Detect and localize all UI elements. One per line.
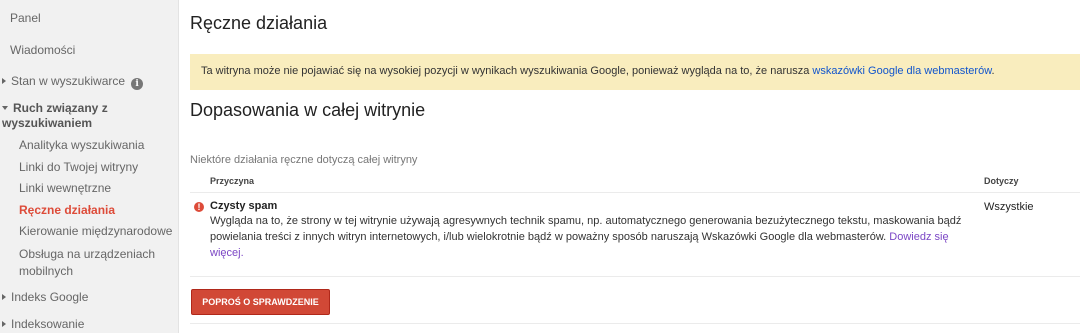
page-title: Ręczne działania [190,13,328,33]
sidebar-item-label: Indeks Google [11,290,89,304]
warning-banner: Ta witryna może nie pojawiać się na wyso… [190,54,1080,90]
sidebar-item-messages[interactable]: Wiadomości [10,43,75,57]
column-header-reason: Przyczyna [210,176,255,186]
sidebar-item-label: Stan w wyszukiwarce [11,74,126,88]
table-row-divider [190,276,1080,277]
banner-text: Ta witryna może nie pojawiać się na wyso… [201,65,813,77]
sidebar-item-panel[interactable]: Panel [10,11,41,25]
sidebar-item-search-appearance[interactable]: Stan w wyszukiwarce i [2,74,144,90]
caret-down-icon [2,106,8,110]
reason-description: Wygląda na to, że strony w tej witrynie … [210,213,970,261]
sidebar-item-search-analytics[interactable]: Analityka wyszukiwania [19,138,144,152]
sidebar-item-links-to-site[interactable]: Linki do Twojej witryny [19,160,138,174]
caret-right-icon [2,78,6,84]
sidebar-item-search-traffic[interactable]: Ruch związany z wyszukiwaniem [2,101,152,131]
section-title: Dopasowania w całej witrynie [190,100,426,120]
column-header-applies: Dotyczy [984,176,1019,186]
request-review-button[interactable]: POPROŚ O SPRAWDZENIE [191,289,330,315]
banner-suffix: . [991,65,995,77]
caret-right-icon [2,294,6,300]
sidebar-item-international-targeting[interactable]: Kierowanie międzynarodowe [19,224,172,238]
applies-value: Wszystkie [984,201,1034,213]
sidebar-item-label: Indeksowanie [11,317,85,331]
sidebar-item-google-index[interactable]: Indeks Google [2,290,88,304]
caret-right-icon [2,321,6,327]
error-icon: ! [194,202,204,212]
bottom-divider [190,323,1080,324]
table-header-divider [190,192,1080,193]
sidebar-item-mobile-usability[interactable]: Obsługa na urządzeniach mobilnych [19,246,169,280]
sidebar-item-crawl[interactable]: Indeksowanie [2,317,84,331]
sidebar-item-manual-actions[interactable]: Ręczne działania [19,203,115,217]
webmaster-guidelines-link[interactable]: wskazówki Google dla webmasterów [812,65,991,77]
info-icon[interactable]: i [131,78,144,90]
reason-description-text: Wygląda na to, że strony w tej witrynie … [210,215,962,243]
sidebar-item-internal-links[interactable]: Linki wewnętrzne [19,181,111,195]
reason-title: Czysty spam [210,200,278,212]
section-subtitle: Niektóre działania ręczne dotyczą całej … [190,154,418,166]
sidebar-item-label: Ruch związany z wyszukiwaniem [2,101,108,130]
sidebar: Panel Wiadomości Stan w wyszukiwarce i Ru… [0,0,179,333]
